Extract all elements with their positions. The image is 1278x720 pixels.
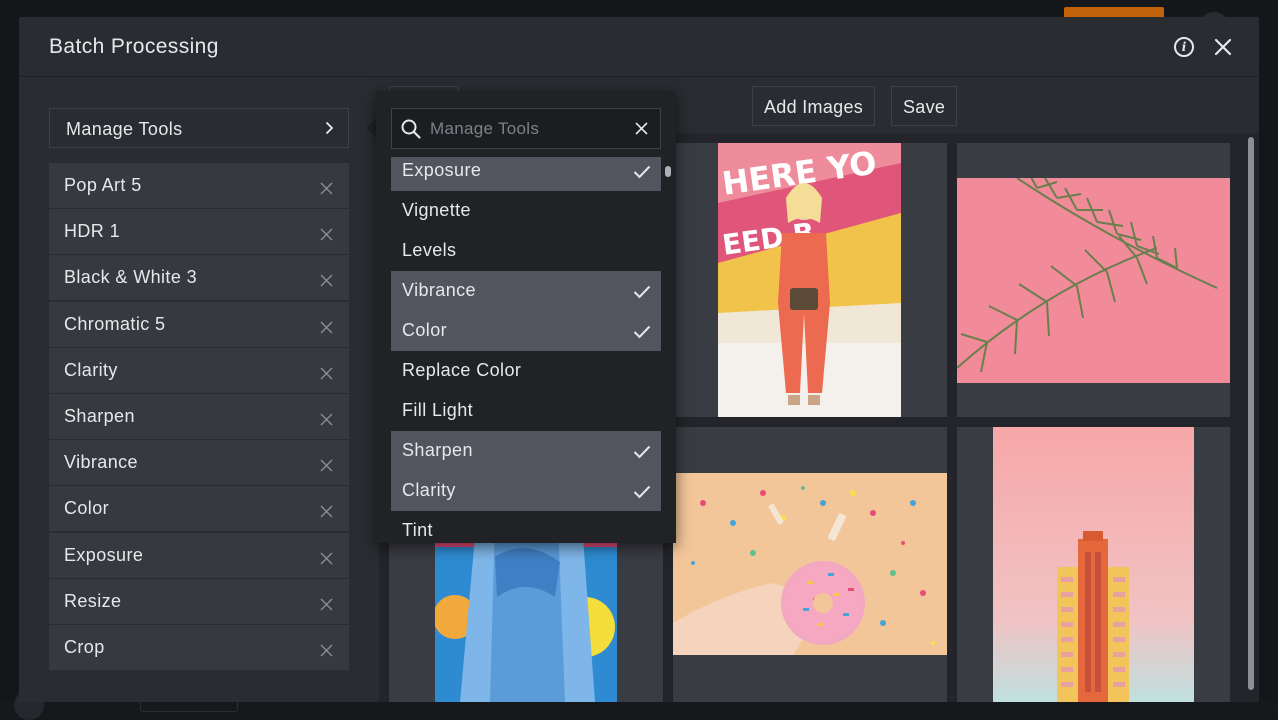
close-icon[interactable] [1212,36,1234,58]
tool-item-label: Exposure [64,544,144,565]
tool-item-label: Resize [64,590,122,611]
tool-option-exposure[interactable]: Exposure [391,157,661,191]
tool-item-label: Clarity [64,359,118,380]
manage-tools-button[interactable]: Manage Tools [49,108,349,148]
tool-option-label: Vignette [402,200,471,220]
tool-item-label: Black & White 3 [64,267,198,288]
tool-option-sharpen[interactable]: Sharpen [391,431,661,471]
dropdown-scrollbar[interactable] [665,166,671,177]
palm-leaves-photo [957,178,1230,383]
tool-item[interactable]: Clarity [49,347,349,393]
manage-tools-dropdown: Exposure Vignette Levels Vibrance Color … [376,91,676,543]
dropdown-pointer [366,118,376,138]
grid-scrollbar[interactable] [1248,137,1254,690]
tool-option-label: Fill Light [402,400,474,420]
tool-option-label: Color [402,320,448,340]
tool-item[interactable]: HDR 1 [49,209,349,255]
tool-item[interactable]: Resize [49,578,349,624]
info-icon[interactable]: i [1174,37,1194,57]
checkmark-icon [633,163,651,179]
checkmark-icon [633,323,651,339]
tool-option-vignette[interactable]: Vignette [391,191,661,231]
tool-item[interactable]: Chromatic 5 [49,301,349,347]
tool-search-input[interactable] [430,115,626,143]
remove-icon[interactable] [320,549,333,564]
tool-options-list: Exposure Vignette Levels Vibrance Color … [391,157,661,543]
woman-laughing-photo: HERE YO EED B [718,143,901,417]
remove-icon[interactable] [320,641,333,657]
tool-option-label: Replace Color [402,360,522,380]
checkmark-icon [633,443,651,459]
modal-header: Batch Processing i [19,17,1259,77]
tool-item-label: Crop [64,636,105,657]
tool-option-levels[interactable]: Levels [391,231,661,271]
image-tile[interactable]: HERE YO EED B [673,143,947,417]
tool-search-box [391,108,661,149]
remove-icon[interactable] [320,502,333,518]
tool-item-label: Pop Art 5 [64,175,142,195]
search-icon [400,118,422,140]
image-tile[interactable] [957,143,1230,417]
tool-option-color[interactable]: Color [391,311,661,351]
tool-option-tint[interactable]: Tint [391,511,661,543]
tool-item[interactable]: Sharpen [49,393,349,439]
manage-tools-label: Manage Tools [66,119,183,139]
checkmark-icon [633,483,651,499]
tool-option-replace-color[interactable]: Replace Color [391,351,661,391]
tool-item[interactable]: Exposure [49,532,349,578]
pink-building-photo [993,427,1194,702]
tool-item-label: Sharpen [64,405,135,426]
image-tile[interactable] [957,427,1230,702]
remove-icon[interactable] [320,410,333,426]
tool-option-clarity[interactable]: Clarity [391,471,661,511]
tool-option-label: Sharpen [402,440,473,460]
remove-icon[interactable] [320,318,333,334]
tool-item-label: Vibrance [64,452,138,473]
tool-item[interactable]: Pop Art 5 [49,163,349,208]
remove-icon[interactable] [320,595,333,611]
tool-item[interactable]: Color [49,486,349,532]
clear-search-icon[interactable] [635,122,648,135]
remove-icon[interactable] [320,271,333,287]
tool-option-vibrance[interactable]: Vibrance [391,271,661,311]
tool-item-label: Color [64,498,110,519]
checkmark-icon [633,283,651,299]
tool-option-label: Levels [402,240,457,260]
remove-icon[interactable] [320,225,333,241]
remove-icon[interactable] [320,456,333,472]
tool-item-label: HDR 1 [64,221,121,242]
add-images-button[interactable]: Add Images [752,86,876,126]
applied-tools-list: Pop Art 5 HDR 1 Black & White 3 Chromati… [49,163,349,671]
sprinkle-donut-photo [673,473,947,655]
remove-icon[interactable] [320,179,333,195]
tool-option-label: Clarity [402,480,456,500]
chevron-right-icon [322,120,336,136]
tool-item[interactable]: Vibrance [49,440,349,486]
remove-icon[interactable] [320,364,333,380]
tool-option-fill-light[interactable]: Fill Light [391,391,661,431]
tool-item-label: Chromatic 5 [64,313,166,334]
tool-item[interactable]: Black & White 3 [49,255,349,301]
image-tile[interactable] [673,427,947,702]
modal-title: Batch Processing [49,35,219,58]
app-background-footer [0,690,1278,720]
tool-item[interactable]: Crop [49,624,349,670]
save-button[interactable]: Save [891,86,958,126]
tool-option-label: Exposure [402,160,482,180]
tool-option-label: Tint [402,520,433,540]
tools-panel: Manage Tools Pop Art 5 HDR 1 Black & Whi… [19,78,379,702]
tool-option-label: Vibrance [402,280,476,300]
